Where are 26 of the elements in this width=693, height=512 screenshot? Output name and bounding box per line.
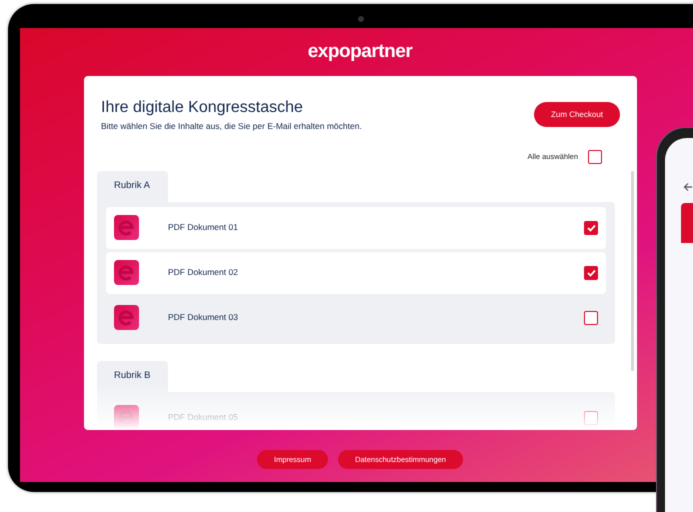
document-checkbox[interactable]: [584, 310, 598, 325]
document-name: PDF Dokument 02: [168, 266, 239, 280]
check-icon: [586, 268, 596, 277]
app-logo-icon: [114, 215, 139, 240]
app-logo-icon: [114, 405, 139, 430]
document-checkbox[interactable]: [584, 266, 598, 280]
document-checkbox[interactable]: [584, 410, 598, 425]
document-row[interactable]: PDF Dokument 02: [106, 252, 606, 294]
page-title: Ihre digitale Kongresstasche: [101, 98, 304, 118]
app-logo-icon: [114, 260, 139, 286]
document-name: PDF Dokument 01: [168, 221, 239, 234]
camera-icon: [358, 16, 364, 22]
document-name: PDF Dokument 03: [168, 311, 239, 324]
app-logo-icon: [114, 305, 139, 330]
section-tab[interactable]: Rubrik A: [97, 170, 168, 202]
page-subtitle: Bitte wählen Sie die Inhalte aus, die Sie per E-Mail erhalten möchten.: [101, 120, 362, 133]
check-icon: [586, 224, 596, 232]
brand-logo: expopartner: [308, 40, 412, 64]
document-checkbox[interactable]: [584, 220, 598, 235]
document-row[interactable]: PDF Dokument 01: [106, 206, 606, 249]
document-name: PDF Dokument 05: [168, 411, 239, 424]
back-arrow-icon: [683, 182, 693, 192]
select-all-checkbox[interactable]: [588, 150, 602, 164]
checkout-button[interactable]: Zum Checkout: [534, 102, 620, 127]
document-row[interactable]: PDF Dokument 03: [106, 296, 606, 339]
section-tab[interactable]: Rubrik B: [97, 360, 168, 392]
